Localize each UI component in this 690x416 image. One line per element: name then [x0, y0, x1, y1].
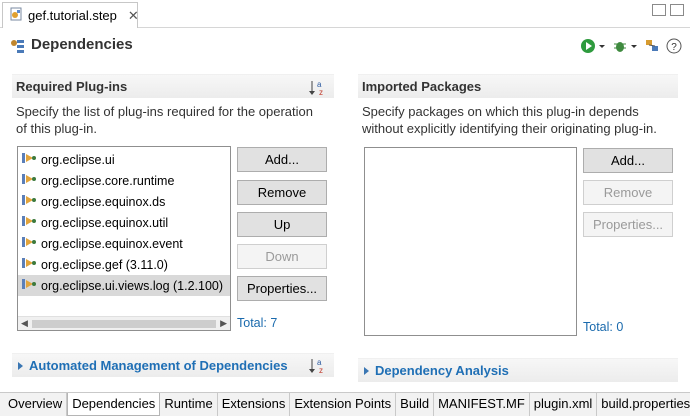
sort-az-icon[interactable]: az [308, 79, 326, 100]
help-icon[interactable]: ? [666, 38, 682, 57]
list-item[interactable]: org.eclipse.equinox.ds [18, 191, 230, 212]
expand-icon [18, 361, 23, 370]
list-item-label: org.eclipse.equinox.util [41, 215, 169, 230]
list-item-label: org.eclipse.core.runtime [41, 173, 175, 188]
scrollbar-thumb[interactable] [32, 320, 216, 328]
plugin-file-icon [9, 7, 23, 24]
description-line: of this plug-in. [16, 121, 97, 136]
down-button[interactable]: Down [237, 244, 327, 269]
dependencies-icon [10, 38, 26, 57]
list-item[interactable]: org.eclipse.equinox.util [18, 212, 230, 233]
plugin-icon [21, 256, 37, 273]
list-item[interactable]: org.eclipse.equinox.event [18, 233, 230, 254]
tab-runtime[interactable]: Runtime [160, 393, 218, 416]
export-icon[interactable] [644, 38, 660, 57]
tab-build-properties[interactable]: build.properties [597, 393, 690, 416]
debug-icon[interactable] [612, 38, 638, 57]
imported-packages-list[interactable] [364, 147, 577, 336]
list-item-label: org.eclipse.equinox.event [41, 236, 183, 251]
svg-text:z: z [319, 88, 323, 97]
maximize-button[interactable] [670, 4, 684, 16]
expand-icon [364, 366, 369, 375]
header-toolbar: ? [580, 38, 682, 57]
window-controls [652, 4, 684, 16]
minimize-button[interactable] [652, 4, 666, 16]
description-line: Specify packages on which this plug-in d… [362, 104, 639, 119]
list-item-label: org.eclipse.gef (3.11.0) [41, 257, 168, 272]
tab-overview[interactable]: Overview [4, 393, 68, 416]
svg-text:z: z [319, 366, 323, 375]
plugin-icon [21, 193, 37, 210]
automated-management-toggle[interactable]: Automated Management of Dependencies [18, 358, 288, 373]
plugin-icon [21, 235, 37, 252]
editor-tab-title: gef.tutorial.step [28, 8, 117, 23]
tab-extensions[interactable]: Extensions [217, 393, 291, 416]
description-line: without explicitly identifying their ori… [362, 121, 657, 136]
plugin-icon [21, 277, 37, 294]
sort-az-icon[interactable]: az [308, 357, 326, 378]
package-properties-button[interactable]: Properties... [583, 212, 673, 237]
editor-tab-bar: gef.tutorial.step ✕ [0, 0, 690, 28]
plugin-icon [21, 172, 37, 189]
up-button[interactable]: Up [237, 212, 327, 237]
description-line: Specify the list of plug-ins required fo… [16, 104, 314, 119]
plugin-icon [21, 151, 37, 168]
required-plugins-list[interactable]: org.eclipse.ui org.eclipse.core.runtime … [17, 146, 231, 331]
run-icon[interactable] [580, 38, 606, 57]
close-icon[interactable]: ✕ [128, 8, 139, 24]
plugin-icon [21, 214, 37, 231]
list-item-label: org.eclipse.ui [41, 152, 115, 167]
required-plugins-title: Required Plug-ins [16, 79, 128, 94]
scroll-left-icon[interactable]: ◀ [21, 318, 28, 329]
horizontal-scrollbar[interactable]: ◀ ▶ [18, 316, 230, 330]
tab-extension-points[interactable]: Extension Points [290, 393, 397, 416]
required-plugins-description: Specify the list of plug-ins required fo… [16, 103, 313, 137]
tab-dependencies[interactable]: Dependencies [67, 393, 161, 416]
tab-manifest[interactable]: MANIFEST.MF [434, 393, 530, 416]
imported-packages-description: Specify packages on which this plug-in d… [362, 103, 657, 137]
remove-plugin-button[interactable]: Remove [237, 180, 327, 205]
editor-page-tabs: Overview Dependencies Runtime Extensions… [0, 392, 690, 416]
list-item-selected[interactable]: org.eclipse.ui.views.log (1.2.100) [18, 275, 230, 296]
list-item[interactable]: org.eclipse.gef (3.11.0) [18, 254, 230, 275]
remove-package-button[interactable]: Remove [583, 180, 673, 205]
plugin-properties-button[interactable]: Properties... [237, 276, 327, 301]
add-plugin-button[interactable]: Add... [237, 147, 327, 172]
form-header: Dependencies ? [0, 28, 690, 64]
automated-management-title: Automated Management of Dependencies [29, 358, 288, 373]
list-item[interactable]: org.eclipse.ui [18, 149, 230, 170]
page-title: Dependencies [31, 36, 133, 53]
add-package-button[interactable]: Add... [583, 148, 673, 173]
svg-text:?: ? [671, 42, 677, 53]
list-item-label: org.eclipse.equinox.ds [41, 194, 166, 209]
imported-packages-title: Imported Packages [362, 79, 482, 94]
tab-plugin-xml[interactable]: plugin.xml [529, 393, 598, 416]
dependency-analysis-title: Dependency Analysis [375, 363, 509, 378]
list-item[interactable]: org.eclipse.core.runtime [18, 170, 230, 191]
imported-packages-total: Total: 0 [583, 320, 624, 334]
required-plugins-total: Total: 7 [237, 316, 278, 330]
tab-build[interactable]: Build [396, 393, 435, 416]
dependency-analysis-toggle[interactable]: Dependency Analysis [364, 363, 509, 378]
list-item-label: org.eclipse.ui.views.log (1.2.100) [41, 278, 224, 293]
editor-tab[interactable]: gef.tutorial.step ✕ [2, 2, 139, 28]
scroll-right-icon[interactable]: ▶ [220, 318, 227, 329]
